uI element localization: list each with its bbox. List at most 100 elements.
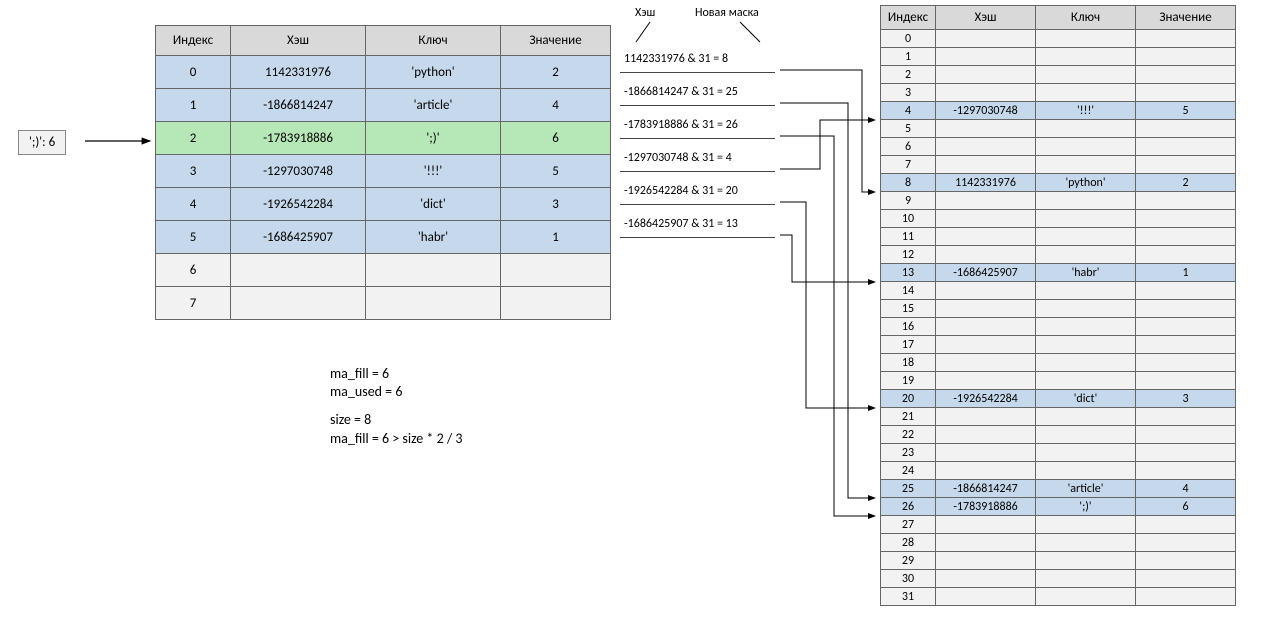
cell <box>936 462 1036 480</box>
cell <box>936 336 1036 354</box>
cell <box>936 282 1036 300</box>
cell <box>1036 300 1136 318</box>
cell <box>936 588 1036 606</box>
cell <box>501 254 611 287</box>
cell: 14 <box>881 282 936 300</box>
cell <box>936 516 1036 534</box>
cell: 23 <box>881 444 936 462</box>
table-row: 18 <box>881 354 1236 372</box>
cell <box>936 156 1036 174</box>
table-row: 28 <box>881 534 1236 552</box>
cell <box>1136 192 1236 210</box>
cell: 7 <box>156 287 231 320</box>
cell: 21 <box>881 408 936 426</box>
table-row: 10 <box>881 210 1236 228</box>
cell: 6 <box>881 138 936 156</box>
table-row: 4-1926542284'dict'3 <box>156 188 611 221</box>
table-row: 25-1866814247'article'4 <box>881 480 1236 498</box>
cell: 24 <box>881 462 936 480</box>
cell <box>936 354 1036 372</box>
cell <box>1136 336 1236 354</box>
col-index: Индекс <box>881 6 936 30</box>
cell: '!!!' <box>1036 102 1136 120</box>
cell: 2 <box>881 66 936 84</box>
cell: 13 <box>881 264 936 282</box>
cell: 'article' <box>366 89 501 122</box>
cell <box>1136 444 1236 462</box>
table-row: 16 <box>881 318 1236 336</box>
cell <box>366 254 501 287</box>
cell <box>1136 120 1236 138</box>
cell <box>1136 228 1236 246</box>
cell <box>936 300 1036 318</box>
table-row: 17 <box>881 336 1236 354</box>
table-row: 22 <box>881 426 1236 444</box>
cell: 'habr' <box>1036 264 1136 282</box>
col-key: Ключ <box>1036 6 1136 30</box>
cell <box>1136 552 1236 570</box>
hash-calc-row: 1142331976 & 31 = 8 <box>620 48 775 73</box>
cell <box>1136 282 1236 300</box>
cell: 5 <box>501 155 611 188</box>
cell: 4 <box>156 188 231 221</box>
cell: -1866814247 <box>936 480 1036 498</box>
cell: 6 <box>501 122 611 155</box>
table-row: 30 <box>881 570 1236 588</box>
cell <box>936 138 1036 156</box>
input-kv-text: ';)': 6 <box>29 135 55 150</box>
cell: -1297030748 <box>936 102 1036 120</box>
cell: 11 <box>881 228 936 246</box>
cell: 'python' <box>366 56 501 89</box>
cell <box>936 120 1036 138</box>
cell: 2 <box>1136 174 1236 192</box>
cell <box>1136 138 1236 156</box>
table-row: 11 <box>881 228 1236 246</box>
cell <box>936 246 1036 264</box>
cell: -1926542284 <box>231 188 366 221</box>
cell <box>501 287 611 320</box>
cell <box>936 318 1036 336</box>
table-row: 15 <box>881 300 1236 318</box>
cell <box>936 372 1036 390</box>
cell <box>1136 210 1236 228</box>
table-row: 12 <box>881 246 1236 264</box>
col-value: Значение <box>1136 6 1236 30</box>
cell: 9 <box>881 192 936 210</box>
cell: 3 <box>881 84 936 102</box>
table-row: 6 <box>156 254 611 287</box>
cell: 18 <box>881 354 936 372</box>
table-row: 81142331976'python'2 <box>881 174 1236 192</box>
cell <box>1136 372 1236 390</box>
cell <box>1136 30 1236 48</box>
table-row: 26-1783918886';)'6 <box>881 498 1236 516</box>
table-row: 19 <box>881 372 1236 390</box>
table-row: 9 <box>881 192 1236 210</box>
cell <box>1036 84 1136 102</box>
cell <box>1036 426 1136 444</box>
cell <box>1036 156 1136 174</box>
label-hash: Хэш <box>635 6 655 20</box>
cell <box>1136 354 1236 372</box>
cell <box>1036 30 1136 48</box>
cell <box>1036 444 1136 462</box>
table-row: 1 <box>881 48 1236 66</box>
col-value: Значение <box>501 26 611 56</box>
cell: 25 <box>881 480 936 498</box>
cell <box>1136 66 1236 84</box>
cell: 28 <box>881 534 936 552</box>
cell: 5 <box>1136 102 1236 120</box>
table-row: 20-1926542284'dict'3 <box>881 390 1236 408</box>
col-hash: Хэш <box>936 6 1036 30</box>
cell <box>1136 534 1236 552</box>
cell <box>231 254 366 287</box>
cell: 2 <box>156 122 231 155</box>
col-index: Индекс <box>156 26 231 56</box>
cell <box>1136 408 1236 426</box>
cell: 7 <box>881 156 936 174</box>
cell: 27 <box>881 516 936 534</box>
cell <box>936 30 1036 48</box>
label-new-mask: Новая маска <box>695 6 759 20</box>
cell <box>1036 228 1136 246</box>
cell: -1926542284 <box>936 390 1036 408</box>
cell: 12 <box>881 246 936 264</box>
